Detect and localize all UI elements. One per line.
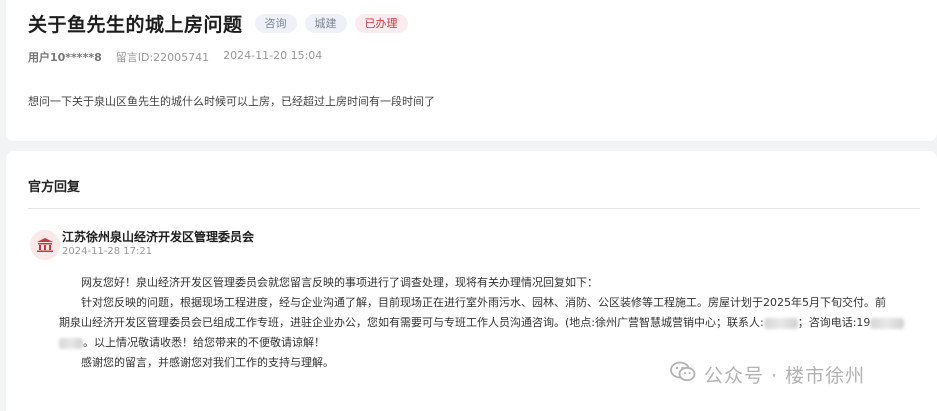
tag-urban-construction: 城建 [304,14,347,33]
wechat-icon [670,361,696,388]
government-building-icon [30,230,60,260]
reply-body: 网友您好！泉山经济开发区管理委员会就您留言反映的事项进行了调查处理，现将有关办理… [59,273,924,373]
reply-time: 2024-11-28 17:21 [62,246,153,257]
watermark-text: 公众号 · 楼市徐州 [704,365,866,387]
status-badge: 已办理 [354,14,408,33]
watermark: 公众号 · 楼市徐州 [670,361,865,388]
page-title: 关于鱼先生的城上房问题 [28,14,243,36]
user-name: 用户10*****8 [28,51,102,64]
title-row: 关于鱼先生的城上房问题 咨询 城建 已办理 [28,10,408,37]
tag-consult: 咨询 [254,14,297,33]
reply-paragraph: 针对您反映的问题，根据现场工程进度，经与企业沟通了解，目前现场正在进行室外雨污水… [81,296,886,309]
question-content: 想问一下关于泉山区鱼先生的城什么时候可以上房，已经超过上房时间有一段时间了 [28,95,435,108]
reply-text: 。以上情况敬请收悉！给您带来的不便敬请谅解！ [83,336,325,349]
reply-section-title: 官方回复 [28,180,81,195]
question-time: 2024-11-20 15:04 [223,49,323,62]
divider [28,208,920,209]
reply-paragraph: 。以上情况敬请收悉！给您带来的不便敬请谅解！ [59,333,924,353]
redacted-phone-end [59,337,83,349]
question-card: 关于鱼先生的城上房问题 咨询 城建 已办理 用户10*****8 留言ID:22… [6,0,937,141]
redacted-phone [870,317,905,329]
message-id: 留言ID:22005741 [115,51,210,64]
redacted-contact [763,317,798,329]
org-name: 江苏徐州泉山经济开发区管理委员会 [62,230,255,244]
reply-text: 期泉山经济开发区管理委员会已组成工作专班，进驻企业办公，您如有需要可与专班工作人… [59,316,764,329]
reply-text: ；咨询电话:19 [797,316,871,329]
reply-paragraph: 期泉山经济开发区管理委员会已组成工作专班，进驻企业办公，您如有需要可与专班工作人… [59,313,924,333]
reply-paragraph: 网友您好！泉山经济开发区管理委员会就您留言反映的事项进行了调查处理，现将有关办理… [81,276,598,289]
question-meta: 用户10*****8 留言ID:22005741 2024-11-20 15:0… [28,49,336,65]
